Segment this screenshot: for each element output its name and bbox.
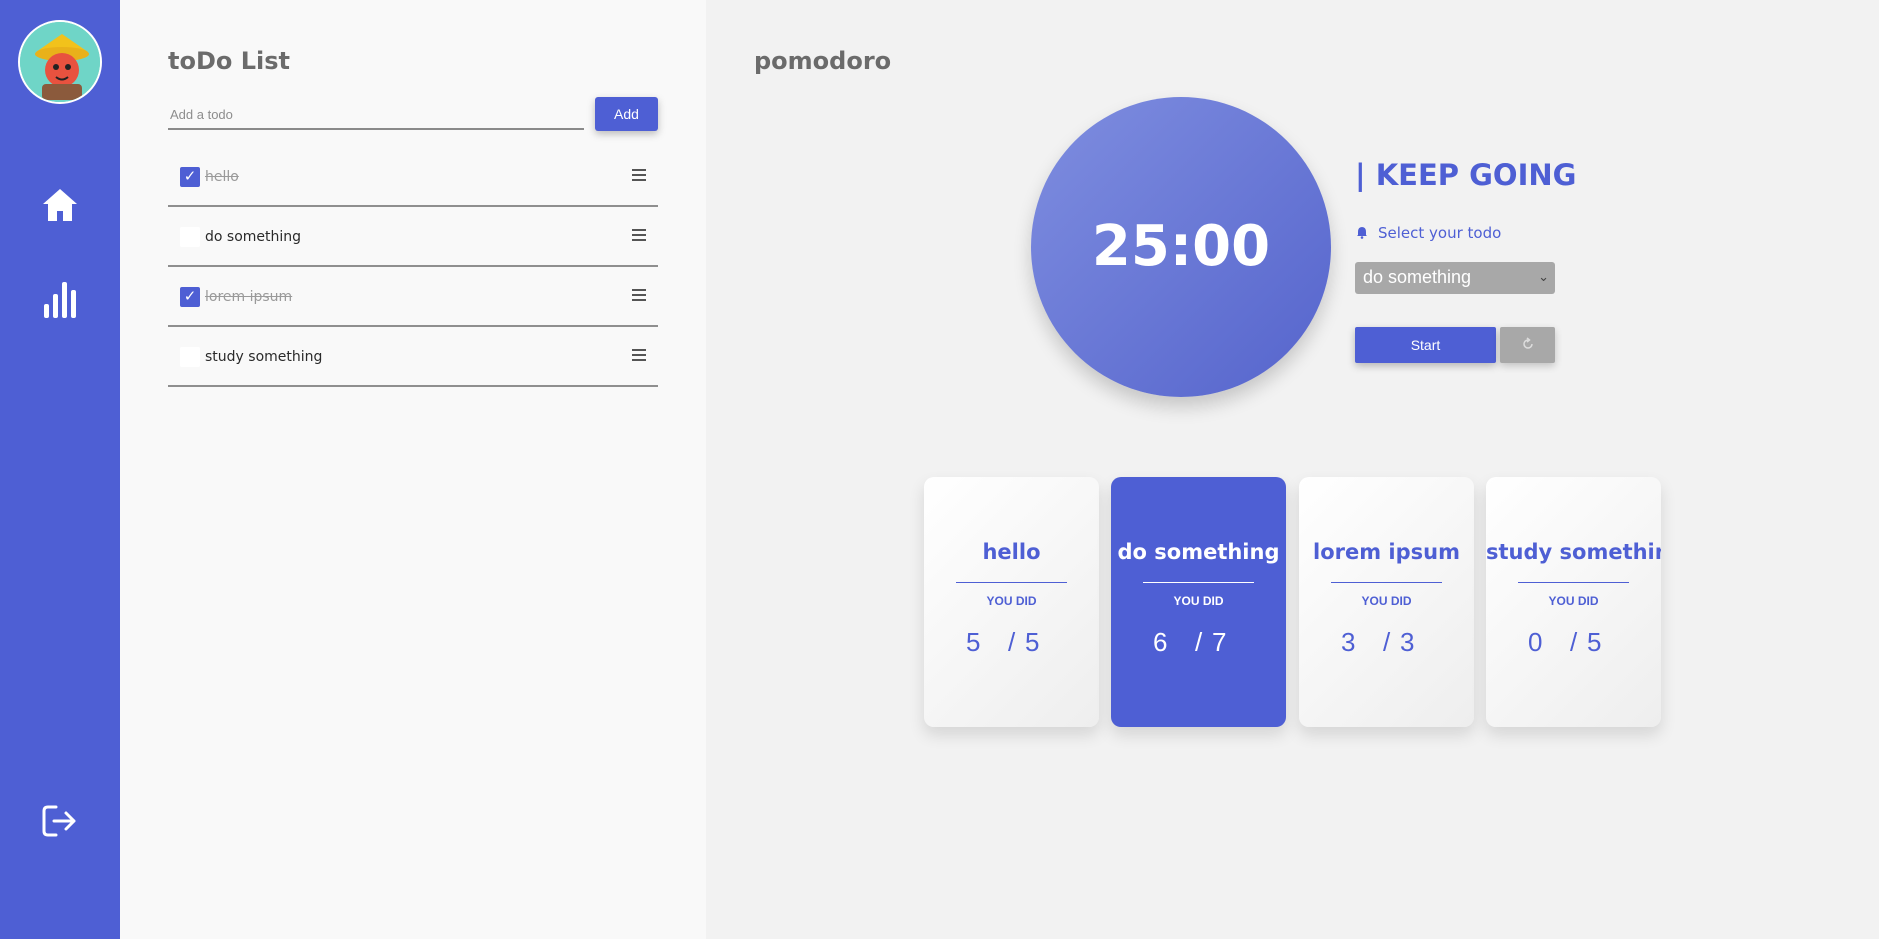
todo-checkbox[interactable]	[180, 347, 200, 367]
drag-handle-icon[interactable]	[632, 289, 646, 301]
todo-panel: toDo List Add ✓ hello do something ✓ lor…	[120, 0, 706, 939]
card-divider	[1518, 582, 1629, 583]
home-icon[interactable]	[40, 185, 80, 225]
card-title: hello	[982, 540, 1041, 564]
card-subtitle: YOU DID	[1361, 594, 1412, 608]
timer-display: 25:00	[1091, 214, 1271, 279]
avatar[interactable]	[18, 20, 102, 104]
drag-handle-icon[interactable]	[632, 229, 646, 241]
select-todo-label: Select your todo	[1378, 224, 1502, 242]
todo-list: ✓ hello do something ✓ lorem ipsum study…	[168, 147, 658, 387]
todo-input[interactable]	[168, 100, 584, 130]
drag-handle-icon[interactable]	[632, 349, 646, 361]
drag-handle-icon[interactable]	[632, 169, 646, 181]
keep-going-heading: | KEEP GOING	[1355, 158, 1577, 192]
bar-chart-icon[interactable]	[40, 280, 80, 320]
todo-card[interactable]: do something YOU DID 6 / 7	[1111, 477, 1286, 727]
card-done-count: 6	[1153, 627, 1168, 657]
todo-label: do something	[205, 229, 302, 245]
todo-select-value: do something	[1363, 267, 1472, 287]
todo-item: ✓ lorem ipsum	[168, 267, 658, 327]
card-done-count: 3	[1341, 627, 1356, 657]
card-total-count: 7	[1212, 627, 1227, 657]
bell-icon	[1357, 227, 1367, 239]
todo-item: study something	[168, 327, 658, 387]
todo-label: hello	[205, 169, 239, 185]
card-count-separator: /	[1570, 627, 1578, 657]
card-done-count: 5	[966, 627, 981, 657]
logout-icon[interactable]	[40, 801, 80, 841]
todo-card[interactable]: lorem ipsum YOU DID 3 / 3	[1299, 477, 1474, 727]
todo-checkbox[interactable]: ✓	[180, 167, 200, 187]
todo-item: ✓ hello	[168, 147, 658, 207]
card-divider	[956, 582, 1067, 583]
reset-icon	[1522, 336, 1533, 349]
todo-select[interactable]: do something ⌄	[1355, 262, 1555, 294]
timer-circle: 25:00	[1031, 97, 1331, 397]
card-count-separator: /	[1195, 627, 1203, 657]
todo-card[interactable]: hello YOU DID 5 / 5	[924, 477, 1099, 727]
card-title: lorem ipsum	[1313, 540, 1460, 564]
card-subtitle: YOU DID	[986, 594, 1037, 608]
card-done-count: 0	[1528, 627, 1543, 657]
pomodoro-title: pomodoro	[754, 47, 892, 75]
card-count-separator: /	[1008, 627, 1016, 657]
todo-title: toDo List	[168, 47, 291, 75]
card-total-count: 5	[1587, 627, 1602, 657]
card-count-separator: /	[1383, 627, 1391, 657]
todo-checkbox[interactable]: ✓	[180, 287, 200, 307]
todo-label: study something	[205, 349, 323, 365]
todo-checkbox[interactable]	[180, 227, 200, 247]
card-total-count: 3	[1400, 627, 1415, 657]
todo-label: lorem ipsum	[205, 289, 293, 305]
add-button[interactable]: Add	[595, 97, 658, 131]
chevron-down-icon: ⌄	[1538, 269, 1549, 284]
reset-button[interactable]	[1500, 327, 1555, 363]
card-title: do something	[1117, 540, 1280, 564]
todo-card[interactable]: study something YOU DID 0 / 5	[1486, 477, 1661, 727]
sidebar	[0, 0, 120, 939]
card-divider	[1331, 582, 1442, 583]
card-total-count: 5	[1025, 627, 1040, 657]
card-title: study something	[1486, 540, 1661, 564]
card-subtitle: YOU DID	[1548, 594, 1599, 608]
start-button[interactable]: Start	[1355, 327, 1496, 363]
card-divider	[1143, 582, 1254, 583]
todo-item: do something	[168, 207, 658, 267]
card-subtitle: YOU DID	[1173, 594, 1224, 608]
